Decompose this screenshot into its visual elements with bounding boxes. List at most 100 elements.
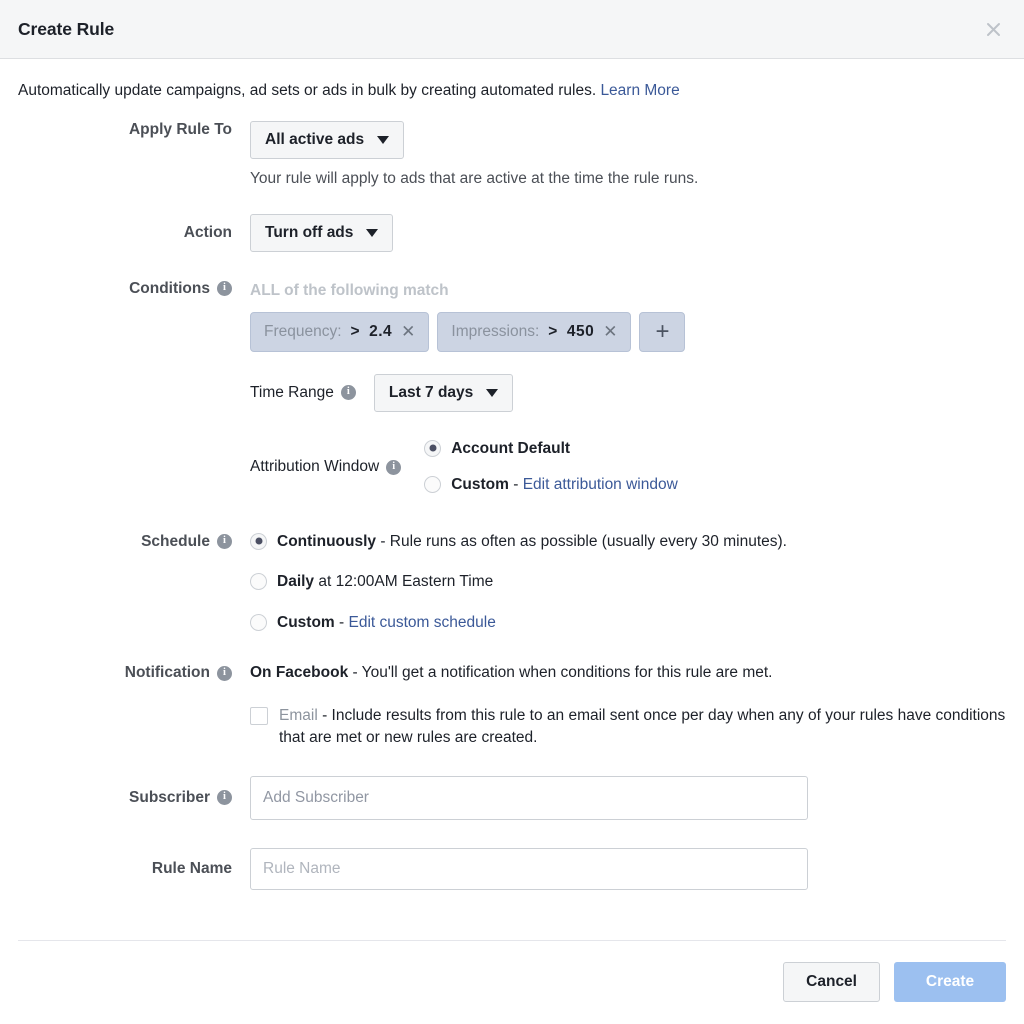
dialog-body: Automatically update campaigns, ad sets … [0, 59, 1024, 940]
add-condition-button[interactable]: + [639, 312, 685, 352]
rule-name-label: Rule Name [152, 860, 232, 878]
cancel-button[interactable]: Cancel [783, 962, 880, 1002]
schedule-content: Continuously - Rule runs as often as pos… [232, 531, 1006, 634]
attribution-option-label: Custom [451, 476, 509, 493]
attribution-window-options: Account Default Custom - Edit attributio… [424, 438, 678, 497]
create-button[interactable]: Create [894, 962, 1006, 1002]
schedule-option-label: Continuously [277, 533, 376, 550]
attribution-window-label: Attribution Window [250, 458, 379, 476]
schedule-option-suffix: - Rule runs as often as possible (usuall… [376, 533, 787, 550]
schedule-option-suffix: - [335, 614, 349, 631]
notification-facebook-title: On Facebook [250, 664, 348, 681]
radio-button[interactable] [250, 533, 267, 550]
conditions-content: ALL of the following match Frequency: > … [232, 280, 1006, 497]
chevron-down-icon [377, 136, 389, 144]
action-label: Action [184, 224, 232, 242]
time-range-dropdown[interactable]: Last 7 days [374, 374, 513, 412]
attribution-option-account-default[interactable]: Account Default [424, 438, 678, 460]
chevron-down-icon [486, 389, 498, 397]
condition-chip[interactable]: Impressions: > 450 ✕ [437, 312, 631, 352]
condition-chip-value: 450 [567, 323, 594, 341]
schedule-option-label: Daily [277, 573, 314, 590]
conditions-label-col: Conditions i [18, 280, 232, 298]
apply-rule-to-label: Apply Rule To [129, 121, 232, 139]
rule-name-row: Rule Name [18, 848, 1006, 890]
conditions-row: Conditions i ALL of the following match … [18, 280, 1006, 497]
time-range-row: Time Range i Last 7 days [250, 374, 1006, 412]
schedule-option-label: Custom [277, 614, 335, 631]
info-icon[interactable]: i [217, 534, 232, 549]
notification-row: Notification i On Facebook - You'll get … [18, 662, 1006, 749]
edit-custom-schedule-link[interactable]: Edit custom schedule [348, 614, 495, 631]
action-value: Turn off ads [265, 224, 353, 242]
attribution-window-row: Attribution Window i Account Default Cus… [250, 438, 1006, 497]
apply-rule-to-label-col: Apply Rule To [18, 121, 232, 139]
schedule-option-daily[interactable]: Daily at 12:00AM Eastern Time [250, 571, 1006, 593]
subscriber-row: Subscriber i [18, 776, 1006, 820]
edit-attribution-window-link[interactable]: Edit attribution window [523, 476, 678, 493]
close-icon[interactable]: ✕ [603, 323, 617, 340]
conditions-label: Conditions [129, 280, 210, 298]
notification-content: On Facebook - You'll get a notification … [232, 662, 1006, 749]
action-content: Turn off ads [232, 214, 1006, 252]
apply-rule-to-dropdown[interactable]: All active ads [250, 121, 404, 159]
intro-text: Automatically update campaigns, ad sets … [18, 81, 1006, 102]
notification-email-option[interactable]: Email - Include results from this rule t… [250, 705, 1006, 750]
subscriber-content [232, 776, 1006, 820]
action-dropdown[interactable]: Turn off ads [250, 214, 393, 252]
info-icon[interactable]: i [341, 385, 356, 400]
close-icon[interactable]: ✕ [401, 323, 415, 340]
condition-chip[interactable]: Frequency: > 2.4 ✕ [250, 312, 429, 352]
condition-chip-name: Impressions: [451, 323, 539, 341]
condition-chip-operator: > [351, 323, 361, 341]
notification-label-col: Notification i [18, 662, 232, 684]
conditions-match-text: ALL of the following match [250, 282, 1006, 300]
time-range-value: Last 7 days [389, 384, 473, 402]
apply-rule-to-row: Apply Rule To All active ads Your rule w… [18, 121, 1006, 188]
condition-chip-operator: > [548, 323, 558, 341]
learn-more-link[interactable]: Learn More [600, 82, 679, 99]
dialog-header: Create Rule [0, 0, 1024, 59]
apply-rule-to-content: All active ads Your rule will apply to a… [232, 121, 1006, 188]
rule-name-content [232, 848, 1006, 890]
schedule-label-col: Schedule i [18, 531, 232, 553]
radio-button[interactable] [250, 614, 267, 631]
action-row: Action Turn off ads [18, 214, 1006, 252]
info-icon[interactable]: i [217, 281, 232, 296]
email-checkbox[interactable] [250, 707, 268, 725]
info-icon[interactable]: i [217, 790, 232, 805]
attribution-option-label: Account Default [451, 440, 570, 457]
intro-description: Automatically update campaigns, ad sets … [18, 82, 596, 99]
close-icon[interactable] [980, 16, 1006, 42]
subscriber-label-col: Subscriber i [18, 776, 232, 820]
condition-chip-value: 2.4 [369, 323, 392, 341]
schedule-label: Schedule [141, 533, 210, 551]
time-range-label: Time Range [250, 384, 334, 402]
radio-button[interactable] [250, 573, 267, 590]
dialog-footer: Cancel Create [18, 940, 1006, 1024]
attribution-option-suffix: - [509, 476, 523, 493]
info-icon[interactable]: i [217, 666, 232, 681]
rule-name-input[interactable] [250, 848, 808, 890]
action-label-col: Action [18, 214, 232, 252]
schedule-row: Schedule i Continuously - Rule runs as o… [18, 531, 1006, 634]
notification-email-text: - Include results from this rule to an e… [279, 707, 1005, 746]
attribution-option-custom[interactable]: Custom - Edit attribution window [424, 474, 678, 496]
notification-email-label: Email [279, 707, 318, 724]
apply-rule-to-value: All active ads [265, 131, 364, 149]
radio-button[interactable] [424, 440, 441, 457]
schedule-option-custom[interactable]: Custom - Edit custom schedule [250, 612, 1006, 634]
chevron-down-icon [366, 229, 378, 237]
radio-button[interactable] [424, 476, 441, 493]
subscriber-input[interactable] [250, 776, 808, 820]
schedule-option-continuously[interactable]: Continuously - Rule runs as often as pos… [250, 531, 1006, 553]
condition-chip-name: Frequency: [264, 323, 342, 341]
info-icon[interactable]: i [386, 460, 401, 475]
rule-name-label-col: Rule Name [18, 848, 232, 890]
subscriber-label: Subscriber [129, 789, 210, 807]
conditions-chip-list: Frequency: > 2.4 ✕ Impressions: > 450 ✕ … [250, 312, 1006, 352]
notification-facebook-line: On Facebook - You'll get a notification … [250, 662, 1006, 684]
dialog-title: Create Rule [18, 19, 114, 40]
notification-facebook-text: - You'll get a notification when conditi… [348, 664, 772, 681]
schedule-option-suffix: at 12:00AM Eastern Time [314, 573, 493, 590]
